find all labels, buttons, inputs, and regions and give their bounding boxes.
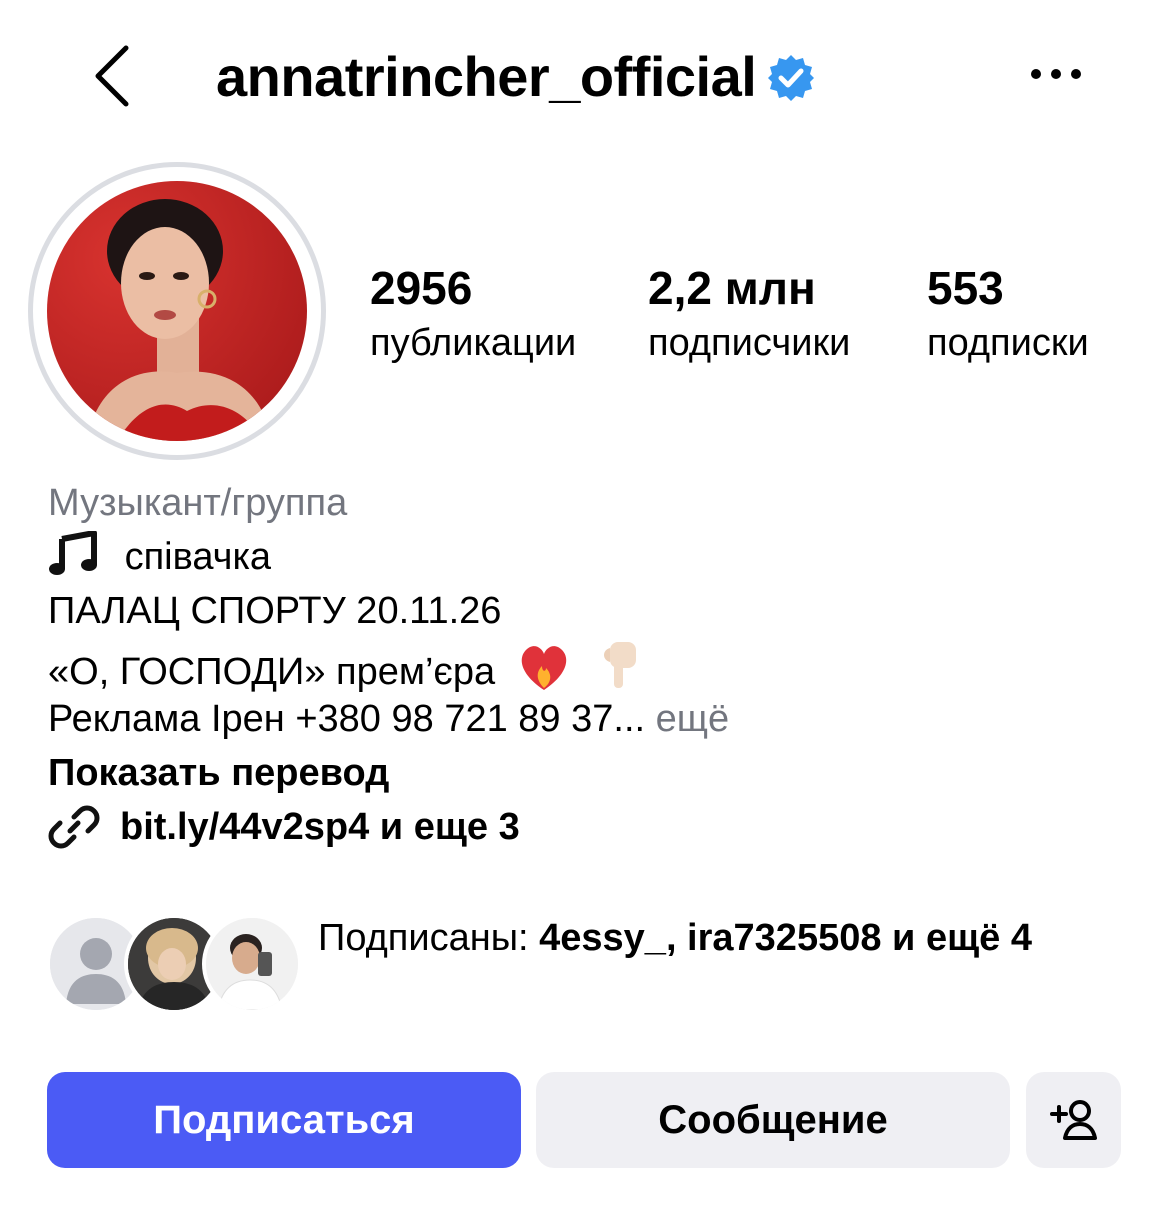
followers-count: 2,2 млн [648, 262, 816, 314]
bio-link[interactable]: bit.ly/44v2sp4 и еще 3 [48, 800, 1128, 854]
suggested-accounts-button[interactable] [1026, 1072, 1121, 1168]
stat-following[interactable]: 553 подписки [927, 258, 1089, 368]
bio-line-2: ПАЛАЦ СПОРТУ 20.11.26 [48, 590, 502, 632]
message-button-label: Сообщение [658, 1097, 888, 1142]
followers-label: подписчики [648, 322, 851, 364]
bio-text-1: співачка [124, 536, 272, 578]
mutual-suffix: и ещё 4 [892, 917, 1032, 959]
mutual-followers-text[interactable]: Подписаны: 4essy_, ira7325508 и ещё 4 [318, 912, 1138, 965]
bio-text-4: Реклама Ірен +380 98 721 89 37... [48, 698, 646, 740]
bio-link-text: bit.ly/44v2sp4 и еще 3 [120, 806, 520, 848]
profile-page: annatrincher_official 2956 публикации 2,… [0, 0, 1169, 1211]
mutual-names: 4essy_, ira7325508 [539, 917, 882, 959]
bio-more-link[interactable]: ещё [656, 698, 730, 740]
following-label: подписки [927, 322, 1089, 364]
stat-posts[interactable]: 2956 публикации [370, 258, 576, 368]
back-button[interactable] [86, 40, 146, 112]
mutual-prefix: Подписаны: [318, 917, 529, 959]
message-button[interactable]: Сообщение [536, 1072, 1010, 1168]
chevron-left-icon [95, 45, 129, 107]
bio-line-4: Реклама Ірен +380 98 721 89 37... ещё [48, 692, 1128, 746]
posts-label: публикации [370, 322, 577, 364]
profile-username: annatrincher_official [216, 44, 757, 108]
mutual-avatar-3 [202, 914, 302, 1014]
bio-line-3: «О, ГОСПОДИ» прем’єра [48, 638, 1128, 693]
following-count: 553 [927, 262, 1004, 314]
profile-header: annatrincher_official [216, 36, 816, 116]
profile-bio: Музыкант/группа співачка ПАЛАЦ СПОРТУ 20… [48, 476, 1128, 854]
verified-badge-icon [768, 55, 815, 101]
follow-button-label: Подписаться [153, 1097, 415, 1142]
more-dots-icon [1031, 69, 1081, 79]
music-note-icon [49, 531, 97, 575]
more-options-button[interactable] [1024, 56, 1088, 92]
posts-count: 2956 [370, 262, 473, 314]
mutual-followers-avatars[interactable] [46, 914, 302, 1016]
stat-followers[interactable]: 2,2 млн подписчики [648, 258, 850, 368]
pointing-down-icon [604, 642, 637, 688]
link-icon [48, 805, 100, 849]
heart-on-fire-icon [521, 646, 566, 690]
profile-avatar[interactable] [47, 181, 307, 441]
show-translation-link[interactable]: Показать перевод [48, 746, 1128, 800]
bio-line-1: співачка [48, 530, 1128, 584]
add-person-icon [1049, 1100, 1097, 1140]
bio-text-3: «О, ГОСПОДИ» прем’єра [48, 651, 496, 693]
profile-category: Музыкант/группа [48, 482, 348, 524]
follow-button[interactable]: Подписаться [47, 1072, 521, 1168]
